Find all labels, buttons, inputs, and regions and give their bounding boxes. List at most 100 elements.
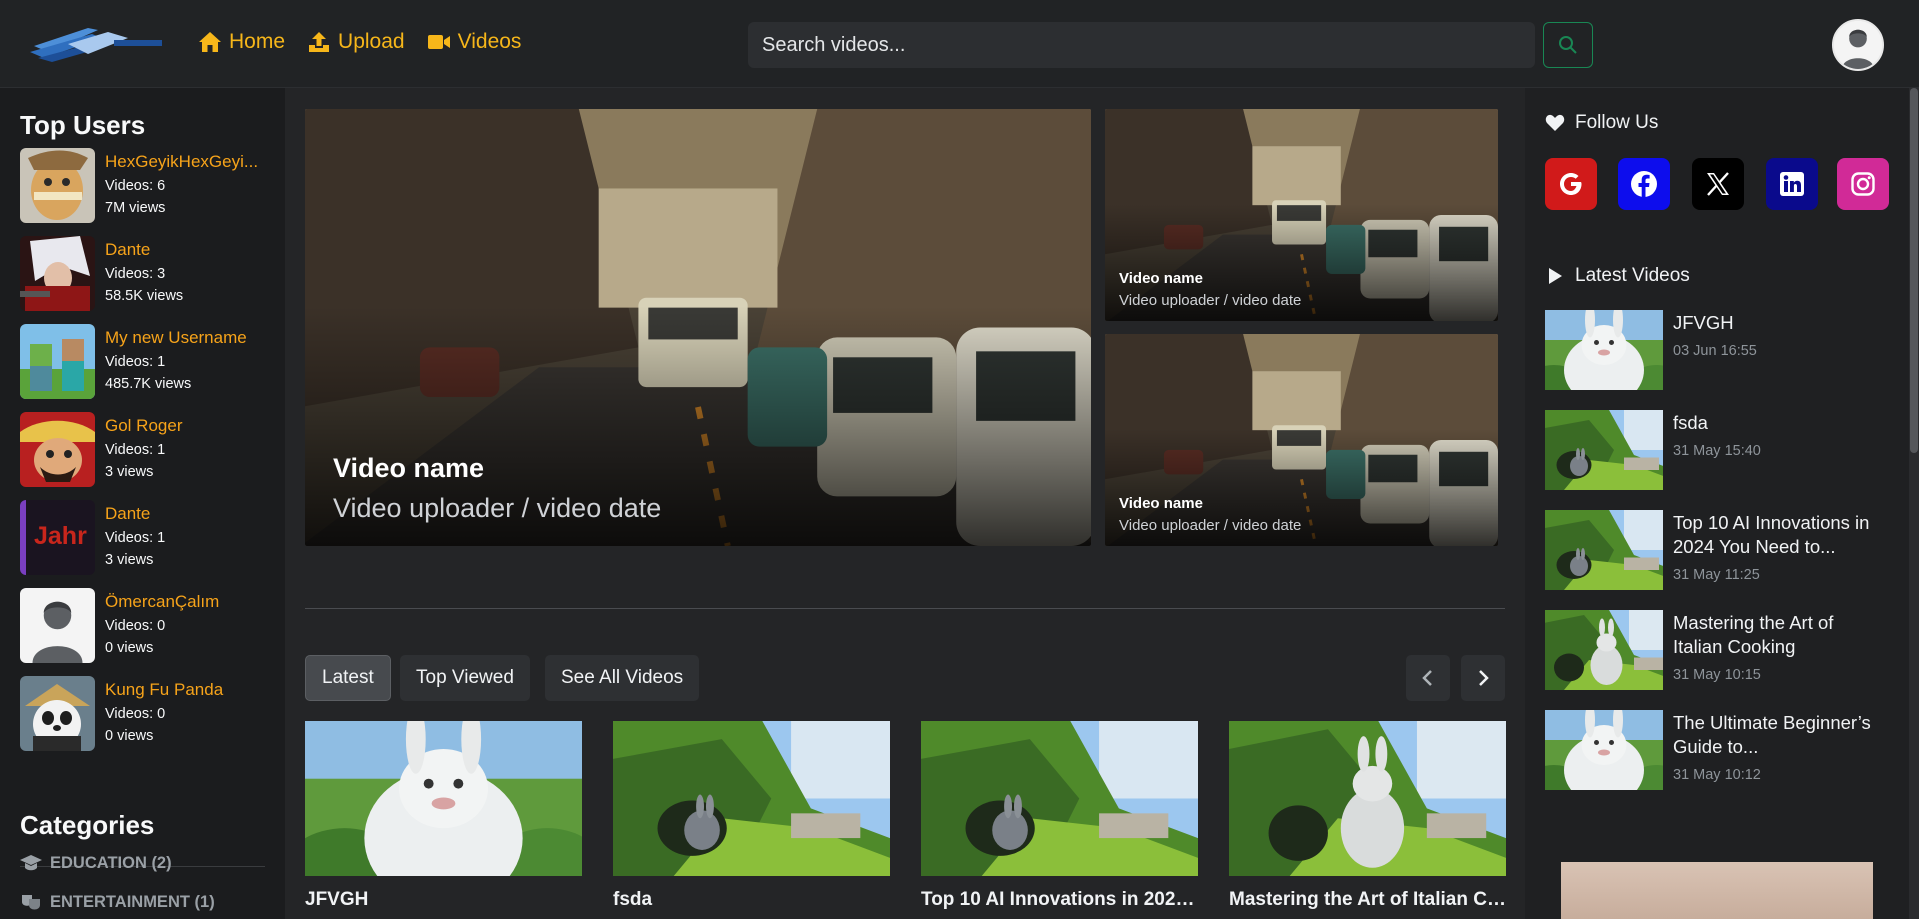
latest-video-date: 31 May 15:40 xyxy=(1673,443,1761,459)
latest-video-date: 31 May 10:12 xyxy=(1673,767,1761,783)
featured-video-meta: Video uploader / video date xyxy=(333,493,662,523)
latest-video-item[interactable]: Top 10 AI Innovations in 2024 You Need t… xyxy=(1545,510,1905,590)
video-card[interactable]: Mastering the Art of Italian Cooking xyxy=(1229,721,1506,911)
scrollbar-thumb[interactable] xyxy=(1910,88,1918,453)
ad-banner[interactable] xyxy=(1561,862,1873,919)
latest-videos-heading: Latest Videos xyxy=(1545,265,1690,287)
top-user-item[interactable]: Kung Fu Panda Videos: 0 0 views xyxy=(20,676,270,752)
latest-video-item[interactable]: The Ultimate Beginner’s Guide to... 31 M… xyxy=(1545,710,1905,790)
top-user-item[interactable]: Dante Videos: 3 58.5K views xyxy=(20,236,270,312)
latest-video-thumbnail xyxy=(1545,410,1663,490)
video-card[interactable]: JFVGH xyxy=(305,721,582,911)
instagram-button[interactable] xyxy=(1837,158,1889,210)
user-video-count: Videos: 6 xyxy=(105,178,166,194)
user-view-count: 3 views xyxy=(105,552,154,568)
home-icon xyxy=(199,32,221,52)
featured-video-meta: Video uploader / video date xyxy=(1119,292,1302,309)
video-card-title: JFVGH xyxy=(305,889,369,910)
search-input[interactable] xyxy=(748,22,1535,68)
search-button[interactable] xyxy=(1543,22,1593,68)
follow-us-title: Follow Us xyxy=(1575,112,1659,133)
video-card-thumbnail xyxy=(613,721,890,876)
latest-video-thumbnail xyxy=(1545,510,1663,590)
top-user-item[interactable]: My new Username Videos: 1 485.7K views xyxy=(20,324,270,400)
nav-home-label: Home xyxy=(229,30,286,53)
video-card-title: Top 10 AI Innovations in 2024 You Need t… xyxy=(921,889,1198,910)
google-icon xyxy=(1560,173,1582,195)
theater-masks-icon xyxy=(22,895,40,910)
user-video-count: Videos: 0 xyxy=(105,706,166,722)
featured-video-side[interactable]: Video name Video uploader / video date xyxy=(1105,334,1498,546)
user-avatar xyxy=(20,676,95,751)
user-name[interactable]: Dante xyxy=(105,504,265,524)
category-entertainment[interactable]: ENTERTAINMENT (1) xyxy=(20,892,215,912)
latest-video-item[interactable]: JFVGH 03 Jun 16:55 xyxy=(1545,310,1905,390)
latest-videos-title: Latest Videos xyxy=(1575,265,1690,286)
latest-video-title: Top 10 AI Innovations in 2024 You Need t… xyxy=(1673,512,1870,557)
latest-video-item[interactable]: fsda 31 May 15:40 xyxy=(1545,410,1905,490)
tab-top-viewed[interactable]: Top Viewed xyxy=(400,655,530,701)
avatar-icon xyxy=(1834,21,1882,69)
tab-see-all-videos[interactable]: See All Videos xyxy=(545,655,700,701)
linkedin-icon xyxy=(1780,172,1804,196)
featured-video-main[interactable]: Video name Video uploader / video date xyxy=(305,109,1091,546)
user-video-count: Videos: 1 xyxy=(105,530,166,546)
main-content: Video name Video uploader / video date V… xyxy=(285,88,1525,919)
left-sidebar: Top Users HexGeyikHexGeyi... Videos: 6 7… xyxy=(0,88,285,919)
top-users-title: Top Users xyxy=(20,110,146,140)
x-button[interactable] xyxy=(1692,158,1744,210)
google-button[interactable] xyxy=(1545,158,1597,210)
user-video-count: Videos: 0 xyxy=(105,618,166,634)
user-avatar-button[interactable] xyxy=(1832,19,1884,71)
video-card[interactable]: fsda xyxy=(613,721,890,911)
section-divider xyxy=(305,608,1505,609)
facebook-button[interactable] xyxy=(1618,158,1670,210)
top-header: Home Upload Videos xyxy=(0,0,1919,88)
video-card-title: fsda xyxy=(613,889,653,910)
site-logo[interactable] xyxy=(28,24,168,62)
upload-icon xyxy=(309,32,330,52)
user-avatar xyxy=(20,588,95,663)
featured-video-meta: Video uploader / video date xyxy=(1119,517,1302,534)
latest-video-item[interactable]: Mastering the Art of Italian Cooking 31 … xyxy=(1545,610,1905,690)
category-label: ENTERTAINMENT (1) xyxy=(50,892,215,911)
top-user-item[interactable]: Gol Roger Videos: 1 3 views xyxy=(20,412,270,488)
featured-video-title: Video name xyxy=(1119,270,1203,287)
top-user-item[interactable]: Jahr Dante Videos: 1 3 views xyxy=(20,500,270,576)
featured-video-side[interactable]: Video name Video uploader / video date xyxy=(1105,109,1498,321)
user-name[interactable]: Dante xyxy=(105,240,265,260)
carousel-prev-button[interactable] xyxy=(1406,655,1450,701)
carousel-next-button[interactable] xyxy=(1461,655,1505,701)
top-user-item[interactable]: HexGeyikHexGeyi... Videos: 6 7M views xyxy=(20,148,270,224)
right-sidebar: Follow Us Latest Videos JFVGH 03 Jun 16:… xyxy=(1525,88,1909,919)
user-view-count: 0 views xyxy=(105,728,154,744)
user-name[interactable]: ÖmercanÇalım xyxy=(105,592,265,612)
user-avatar xyxy=(20,412,95,487)
latest-video-thumbnail xyxy=(1545,610,1663,690)
user-name[interactable]: My new Username xyxy=(105,328,265,348)
category-education[interactable]: EDUCATION (2) xyxy=(20,853,172,873)
nav-home[interactable]: Home xyxy=(198,30,285,54)
search-icon xyxy=(1559,36,1577,54)
user-name[interactable]: Gol Roger xyxy=(105,416,265,436)
chevron-right-icon xyxy=(1479,670,1489,686)
tab-latest[interactable]: Latest xyxy=(305,655,391,701)
nav-upload[interactable]: Upload xyxy=(307,30,405,54)
follow-us-heading: Follow Us xyxy=(1545,112,1658,134)
video-card-title: Mastering the Art of Italian Cooking xyxy=(1229,889,1506,910)
video-card[interactable]: Top 10 AI Innovations in 2024 You Need t… xyxy=(921,721,1198,911)
user-name[interactable]: Kung Fu Panda xyxy=(105,680,265,700)
heart-icon xyxy=(1545,114,1565,131)
instagram-icon xyxy=(1851,172,1875,196)
featured-video-title: Video name xyxy=(333,453,485,483)
facebook-icon xyxy=(1631,171,1657,197)
nav-videos[interactable]: Videos xyxy=(427,30,521,54)
user-avatar: Jahr xyxy=(20,500,95,575)
top-user-item[interactable]: ÖmercanÇalım Videos: 0 0 views xyxy=(20,588,270,664)
latest-video-title: JFVGH xyxy=(1673,312,1734,333)
latest-video-title: Mastering the Art of Italian Cooking xyxy=(1673,612,1834,657)
page-scrollbar[interactable] xyxy=(1909,88,1919,919)
video-card-thumbnail xyxy=(305,721,582,876)
user-name[interactable]: HexGeyikHexGeyi... xyxy=(105,152,265,172)
linkedin-button[interactable] xyxy=(1766,158,1818,210)
